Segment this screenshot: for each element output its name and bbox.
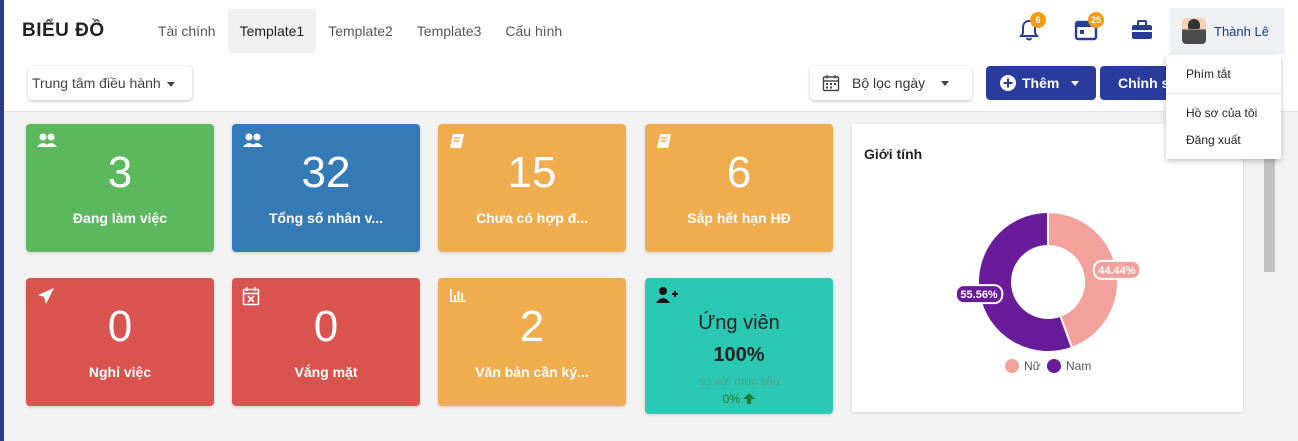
caret-down-icon bbox=[1071, 80, 1080, 86]
calendar-icon bbox=[822, 75, 840, 92]
candidate-subtitle: so với mục tiêu bbox=[698, 374, 780, 388]
center-select-value: Trung tâm điều hành bbox=[32, 75, 161, 91]
stat-value: 15 bbox=[507, 148, 557, 197]
avatar bbox=[1182, 18, 1206, 44]
dashboard-content: 3 Đang làm việc 32 Tổng số nhân v... 15 … bbox=[4, 112, 1298, 441]
arrow-up-icon bbox=[743, 393, 756, 404]
candidate-percent: 100% bbox=[713, 344, 765, 366]
edit-button[interactable]: Chỉnh sửa bbox=[1100, 66, 1176, 100]
tab-template1[interactable]: Template1 bbox=[227, 9, 317, 53]
toolbar: Trung tâm điều hành Bộ lọc ngày Thêm Chỉ… bbox=[4, 62, 1298, 112]
notification-button[interactable]: 6 bbox=[1018, 12, 1046, 46]
legend-marker-0[interactable] bbox=[1005, 359, 1019, 373]
add-button[interactable]: Thêm bbox=[986, 66, 1096, 100]
stat-value: 32 bbox=[301, 148, 351, 197]
stat-value: 0 bbox=[107, 302, 133, 351]
notification-badge: 6 bbox=[1030, 12, 1046, 28]
stat-label: Sắp hết hạn HĐ bbox=[687, 210, 791, 226]
menu-item-shortcuts[interactable]: Phím tắt bbox=[1186, 67, 1231, 81]
growth-value: 0% bbox=[722, 392, 740, 406]
user-name: Thành Lê bbox=[1214, 23, 1269, 39]
briefcase-icon bbox=[1132, 20, 1152, 39]
add-button-label: Thêm bbox=[1022, 75, 1060, 91]
gender-chart-card: Giới tính 44.44% 55.56% Nữ Nam bbox=[852, 124, 1243, 412]
legend-label-0[interactable]: Nữ bbox=[1024, 359, 1041, 373]
legend-label-1[interactable]: Nam bbox=[1066, 359, 1091, 373]
stat-value: 3 bbox=[107, 148, 133, 197]
calendar-button[interactable]: 25 bbox=[1074, 12, 1105, 46]
nav-tabs: Tài chính Template1 Template2 Template3 … bbox=[146, 9, 574, 53]
tab-template2[interactable]: Template2 bbox=[316, 9, 405, 53]
center-select[interactable]: Trung tâm điều hành bbox=[28, 66, 192, 100]
date-filter-button[interactable]: Bộ lọc ngày bbox=[810, 66, 972, 100]
candidate-title: Ứng viên bbox=[698, 312, 780, 334]
tab-tai-chinh[interactable]: Tài chính bbox=[146, 9, 228, 53]
stat-value: 2 bbox=[519, 302, 545, 351]
app-brand[interactable]: BIỂU ĐỒ bbox=[22, 20, 105, 42]
stat-value: 6 bbox=[726, 148, 752, 197]
briefcase-button[interactable] bbox=[1130, 18, 1158, 46]
user-plus-icon bbox=[656, 287, 678, 303]
stat-card-contract-expiring[interactable]: 6 Sắp hết hạn HĐ bbox=[645, 124, 833, 252]
tab-template3[interactable]: Template3 bbox=[405, 9, 494, 53]
menu-divider bbox=[1166, 93, 1281, 94]
menu-item-logout[interactable]: Đăng xuất bbox=[1186, 133, 1241, 147]
stat-value: 0 bbox=[313, 302, 339, 351]
stat-card-absent[interactable]: 0 Vắng mặt bbox=[232, 278, 420, 406]
caret-down-icon bbox=[166, 81, 175, 87]
user-menu-toggle[interactable]: Thành Lê bbox=[1170, 8, 1285, 54]
stat-card-total-staff[interactable]: 32 Tổng số nhân v... bbox=[232, 124, 420, 252]
stat-label: Nghỉ việc bbox=[88, 364, 152, 380]
stat-card-no-contract[interactable]: 15 Chưa có hợp đ... bbox=[438, 124, 626, 252]
user-dropdown-menu: Phím tắt Hồ sơ của tôi Đăng xuất bbox=[1166, 55, 1281, 159]
scrollbar-thumb[interactable] bbox=[1264, 154, 1275, 272]
stat-card-working[interactable]: 3 Đang làm việc bbox=[26, 124, 214, 252]
stat-label: Đang làm việc bbox=[72, 210, 168, 226]
stat-card-candidates[interactable]: Ứng viên 100% so với mục tiêu 0% bbox=[645, 278, 833, 414]
stat-label: Văn bản cần ký... bbox=[475, 364, 589, 380]
stat-label: Chưa có hợp đ... bbox=[476, 210, 588, 226]
gender-donut-chart: 44.44% 55.56% Nữ Nam bbox=[954, 210, 1142, 373]
calendar-badge: 25 bbox=[1088, 12, 1105, 28]
data-label-1: 55.56% bbox=[960, 289, 998, 301]
plus-circle-icon bbox=[1000, 75, 1016, 91]
candidate-growth: 0% bbox=[645, 392, 833, 406]
tab-cau-hinh[interactable]: Cấu hình bbox=[493, 9, 574, 53]
legend-marker-1[interactable] bbox=[1047, 359, 1061, 373]
data-label-0: 44.44% bbox=[1098, 265, 1136, 277]
stat-card-resigned[interactable]: 0 Nghỉ việc bbox=[26, 278, 214, 406]
stat-label: Tổng số nhân v... bbox=[268, 210, 384, 226]
stat-card-documents-to-sign[interactable]: 2 Văn bản cần ký... bbox=[438, 278, 626, 406]
stat-label: Vắng mặt bbox=[294, 364, 358, 380]
caret-down-icon bbox=[941, 80, 950, 86]
top-navbar: BIỂU ĐỒ Tài chính Template1 Template2 Te… bbox=[4, 0, 1298, 62]
menu-item-profile[interactable]: Hồ sơ của tôi bbox=[1186, 106, 1257, 120]
date-filter-label: Bộ lọc ngày bbox=[852, 75, 926, 91]
